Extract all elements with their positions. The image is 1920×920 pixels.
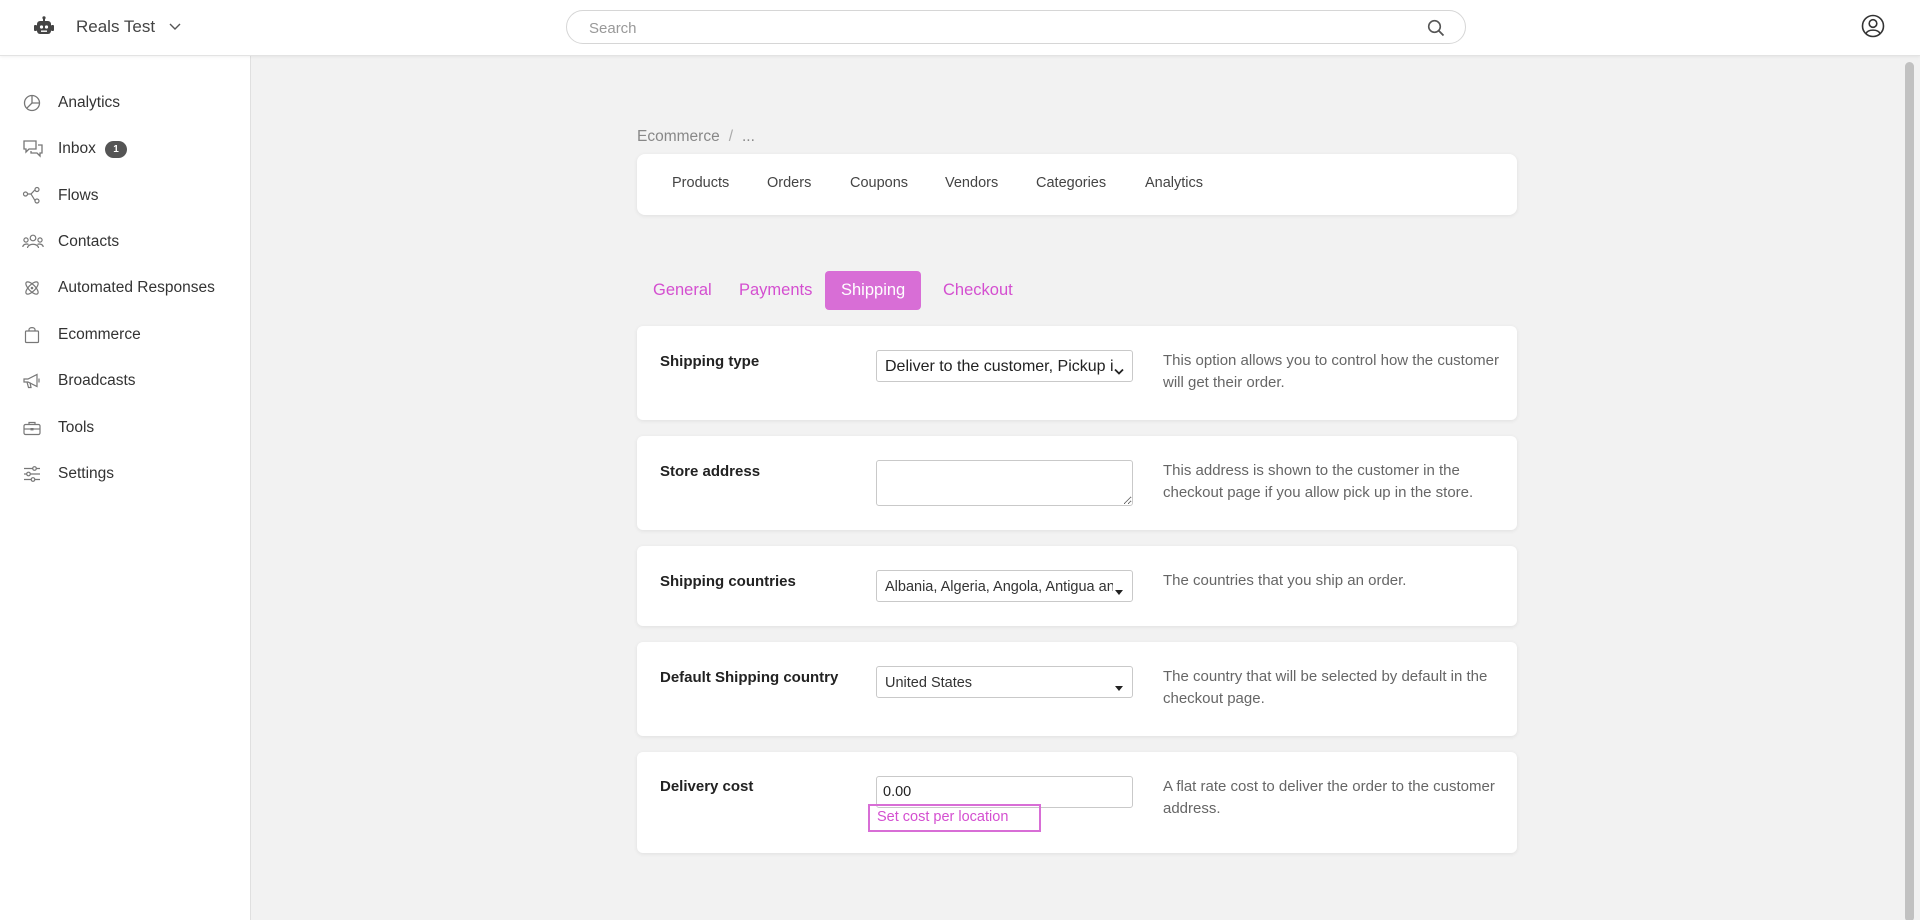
sidebar-item-label: Ecommerce [58,326,141,343]
breadcrumb-separator: / [728,128,733,145]
caret-down-icon [1114,583,1124,595]
shipping-type-label: Shipping type [660,353,760,370]
shipping-type-value: Deliver to the customer, Pickup in the s… [885,358,1113,375]
sidebar-item-contacts[interactable]: Contacts [0,222,250,262]
default-country-label: Default Shipping country [660,669,839,686]
sidebar-item-label: Tools [58,419,95,436]
megaphone-icon [22,371,44,391]
sidebar-item-label: Analytics [58,94,121,111]
subnav-categories[interactable]: Categories [1036,175,1106,191]
caret-down-icon [1114,679,1124,691]
search-input[interactable] [589,18,1389,38]
tab-payments[interactable]: Payments [723,271,828,310]
tab-checkout[interactable]: Checkout [927,271,1029,310]
tab-general[interactable]: General [637,271,728,310]
shopping-bag-icon [22,325,44,345]
shipping-type-select[interactable]: Deliver to the customer, Pickup in the s… [876,350,1133,382]
sliders-icon [22,464,44,484]
sidebar-item-label: Inbox [58,140,96,157]
default-country-select[interactable]: United States [876,666,1133,698]
sidebar-item-settings[interactable]: Settings [0,454,250,494]
sidebar-item-inbox[interactable]: Inbox 1 [0,129,250,169]
ecommerce-subnav: Products Orders Coupons Vendors Categori… [637,154,1517,215]
subnav-analytics[interactable]: Analytics [1145,175,1203,191]
flows-icon [22,186,44,206]
default-country-description: The country that will be selected by def… [1163,668,1488,707]
delivery-cost-card: Delivery cost Set cost per location A fl… [637,752,1517,853]
subnav-products[interactable]: Products [672,175,729,191]
breadcrumb: Ecommerce /... [637,128,755,146]
shipping-countries-value: Albania, Algeria, Angola, Antigua and Ba… [885,579,1113,595]
analytics-icon [22,93,44,113]
sidebar-item-automated-responses[interactable]: Automated Responses [0,268,250,308]
shipping-countries-card: Shipping countries Albania, Algeria, Ang… [637,546,1517,626]
inbox-icon [22,139,44,159]
search-bar [566,10,1466,44]
sidebar-item-ecommerce[interactable]: Ecommerce [0,315,250,355]
sidebar-item-flows[interactable]: Flows [0,176,250,216]
scrollbar-thumb[interactable] [1905,62,1914,920]
subnav-vendors[interactable]: Vendors [945,175,998,191]
sidebar-item-label: Contacts [58,233,120,250]
workspace-switcher[interactable]: Reals Test [30,12,183,42]
sidebar-item-label: Flows [58,187,99,204]
store-address-textarea[interactable] [876,460,1133,506]
store-address-label: Store address [660,463,761,480]
shipping-countries-label: Shipping countries [660,573,796,590]
shipping-countries-multiselect[interactable]: Albania, Algeria, Angola, Antigua and Ba… [876,570,1133,602]
page-scrollbar[interactable] [1900,56,1920,920]
workspace-name: Reals Test [76,17,156,36]
sidebar-item-analytics[interactable]: Analytics [0,83,250,123]
shipping-countries-description: The countries that you ship an order. [1163,572,1407,589]
subnav-coupons[interactable]: Coupons [850,175,908,191]
store-address-card: Store address This address is shown to t… [637,436,1517,530]
unread-count-badge: 1 [105,140,127,158]
sidebar-item-tools[interactable]: Tools [0,408,250,448]
user-account-icon[interactable] [1860,13,1886,39]
tab-shipping[interactable]: Shipping [825,271,922,310]
sidebar-item-broadcasts[interactable]: Broadcasts [0,361,250,401]
shipping-type-card: Shipping type Deliver to the customer, P… [637,326,1517,420]
subnav-orders[interactable]: Orders [767,175,811,191]
store-address-description: This address is shown to the customer in… [1163,462,1474,501]
search-icon[interactable] [1427,19,1445,37]
set-cost-per-location-link[interactable]: Set cost per location [868,804,1041,832]
sidebar-item-label: Settings [58,465,115,482]
toolbox-icon [22,418,44,438]
chevron-down-icon [1114,363,1124,375]
shipping-type-description: This option allows you to control how th… [1163,352,1499,391]
automated-responses-icon [22,278,44,298]
breadcrumb-ecommerce-link[interactable]: Ecommerce [637,128,720,145]
default-country-value: United States [885,675,973,691]
sidebar: Analytics Inbox 1 Flows Contacts Automat… [0,56,251,920]
default-country-card: Default Shipping country United States T… [637,642,1517,736]
delivery-cost-description: A flat rate cost to deliver the order to… [1163,778,1495,817]
delivery-cost-label: Delivery cost [660,778,754,795]
sidebar-item-label: Broadcasts [58,372,136,389]
sidebar-item-label: Automated Responses [58,279,215,296]
top-bar: Reals Test [0,0,1920,56]
breadcrumb-current: ... [742,128,755,145]
chevron-down-icon [169,20,183,34]
bot-logo-icon [30,13,58,41]
contacts-icon [22,232,44,252]
